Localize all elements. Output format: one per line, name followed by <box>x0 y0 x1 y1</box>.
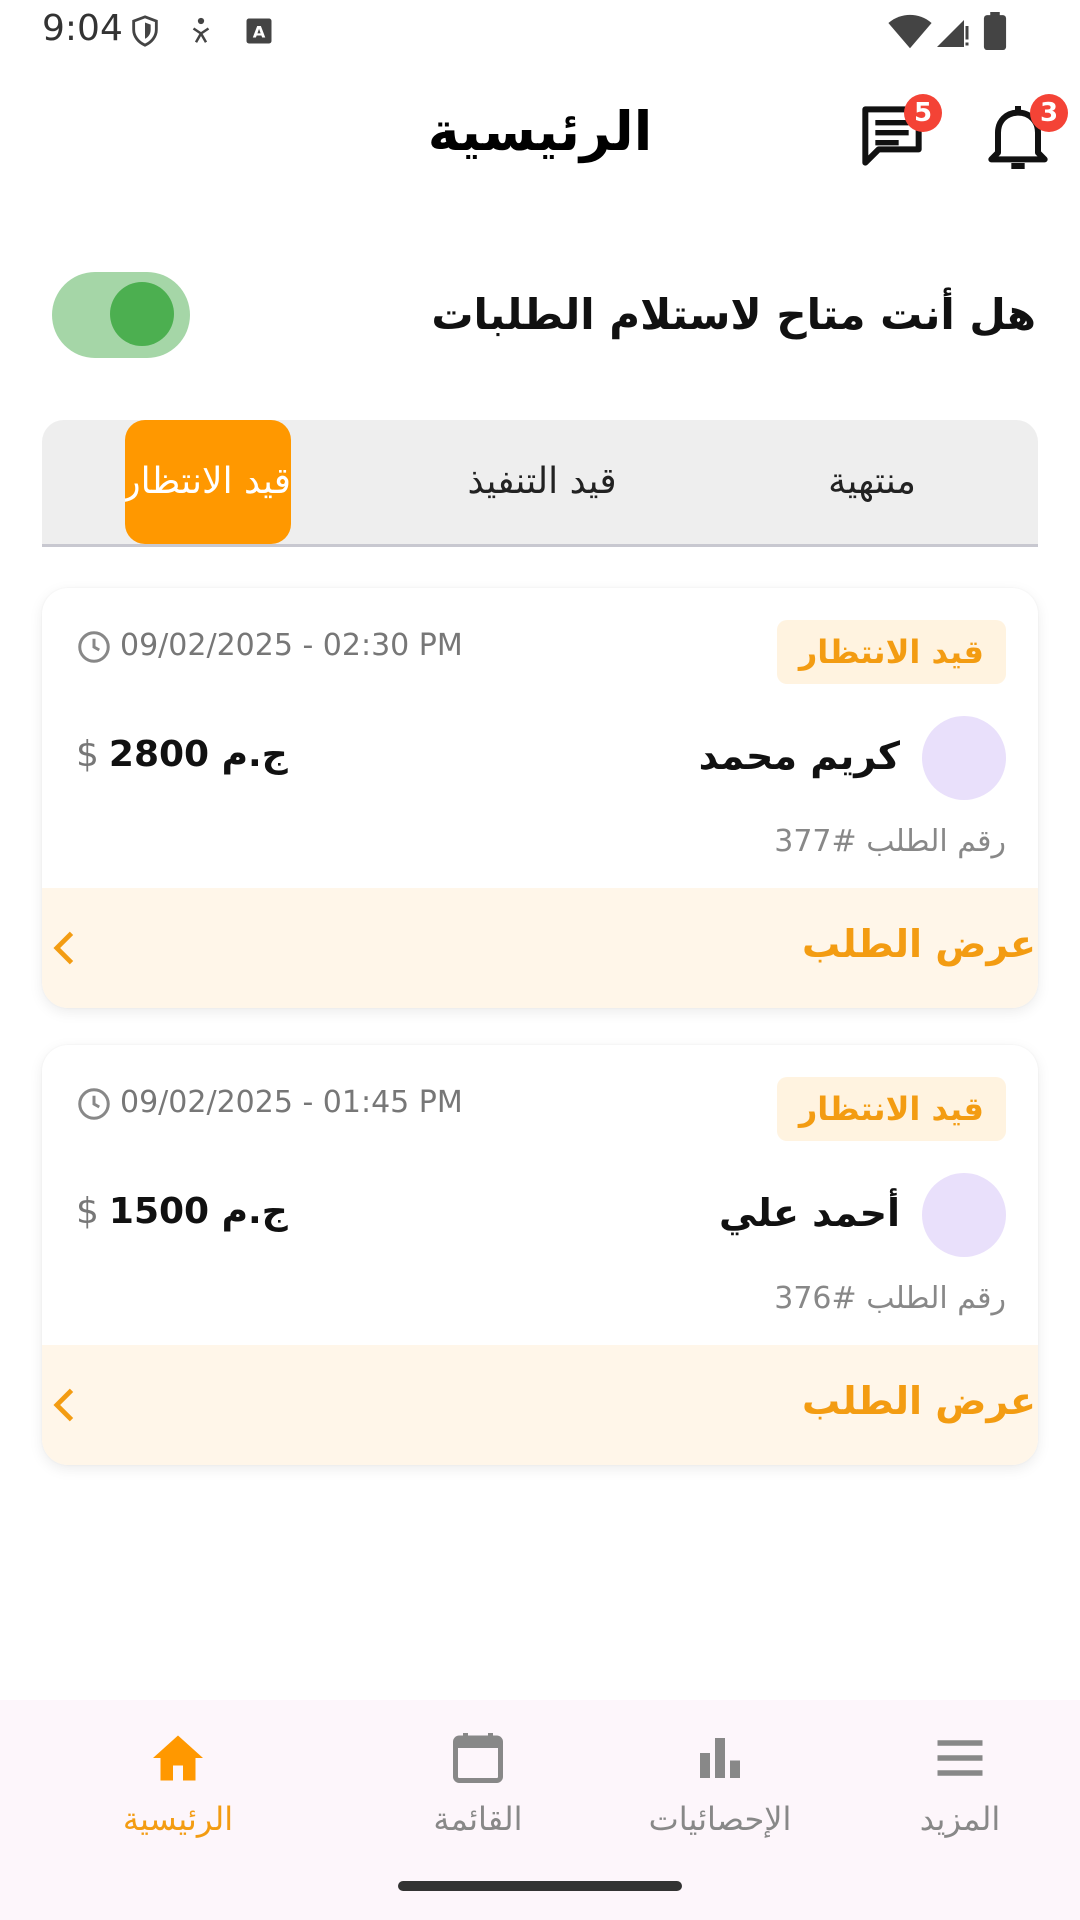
notifications-button[interactable]: 3 <box>978 94 1068 176</box>
customer-name: كريم محمد <box>698 734 900 778</box>
battery-icon <box>983 12 1007 50</box>
order-number: رقم الطلب #377 <box>774 824 1006 859</box>
toggle-knob <box>110 282 174 346</box>
order-card: قيد الانتظار 09/02/2025 - 01:45 PM أحمد … <box>42 1045 1038 1465</box>
order-price: $2800 ج.م <box>76 734 288 775</box>
tab-finished[interactable]: منتهية <box>772 420 972 544</box>
nav-list-label: القائمة <box>433 1800 523 1838</box>
datetime-text: 09/02/2025 - 01:45 PM <box>120 1085 463 1120</box>
order-status-tabs: منتهية قيد التنفيذ قيد الانتظار <box>42 420 1038 547</box>
order-datetime: 09/02/2025 - 02:30 PM <box>76 628 463 665</box>
avatar <box>922 1173 1006 1257</box>
nav-list[interactable]: القائمة <box>378 1728 578 1838</box>
order-card: قيد الانتظار 09/02/2025 - 02:30 PM كريم … <box>42 588 1038 1008</box>
keyboard-a-icon: A <box>246 18 272 44</box>
status-badge: قيد الانتظار <box>776 620 1006 684</box>
view-order-button[interactable]: عرض الطلب <box>42 1345 1038 1465</box>
clock-icon <box>78 1087 110 1120</box>
clock-icon <box>78 630 110 663</box>
wifi-icon <box>888 14 932 49</box>
order-datetime: 09/02/2025 - 01:45 PM <box>76 1085 463 1122</box>
price-text: 2800 ج.م <box>108 734 288 775</box>
home-icon <box>153 1735 203 1781</box>
tab-in-progress[interactable]: قيد التنفيذ <box>422 420 662 544</box>
view-order-button[interactable]: عرض الطلب <box>42 888 1038 1008</box>
messages-badge: 5 <box>904 94 942 132</box>
gesture-home-bar[interactable] <box>398 1881 682 1891</box>
order-price: $1500 ج.م <box>76 1191 288 1232</box>
avatar <box>922 716 1006 800</box>
calendar-icon <box>453 1733 503 1783</box>
customer-name: أحمد علي <box>719 1191 900 1235</box>
datetime-text: 09/02/2025 - 02:30 PM <box>120 628 463 663</box>
view-order-label: عرض الطلب <box>802 922 1036 966</box>
nav-stats-label: الإحصائيات <box>648 1800 792 1838</box>
chevron-left-icon <box>53 1388 74 1422</box>
status-time: 9:04 <box>42 8 123 49</box>
bar-chart-icon <box>700 1738 740 1778</box>
availability-label: هل أنت متاح لاستلام الطلبات <box>431 290 1036 339</box>
status-badge: قيد الانتظار <box>776 1077 1006 1141</box>
nav-home-label: الرئيسية <box>122 1800 234 1838</box>
nav-stats[interactable]: الإحصائيات <box>620 1728 820 1838</box>
signal-icon <box>937 20 969 47</box>
shield-icon <box>132 15 158 47</box>
menu-icon <box>937 1740 983 1776</box>
svg-text:A: A <box>253 22 266 41</box>
chevron-left-icon <box>53 931 74 965</box>
nav-home[interactable]: الرئيسية <box>78 1728 278 1838</box>
tab-pending[interactable]: قيد الانتظار <box>125 420 291 544</box>
currency-icon: $ <box>76 734 99 775</box>
nav-more[interactable]: المزيد <box>860 1728 1060 1838</box>
notifications-badge: 3 <box>1030 94 1068 132</box>
order-number: رقم الطلب #376 <box>774 1281 1006 1316</box>
currency-icon: $ <box>76 1191 99 1232</box>
price-text: 1500 ج.م <box>108 1191 288 1232</box>
messages-button[interactable]: 5 <box>852 94 942 176</box>
availability-toggle[interactable] <box>52 272 190 358</box>
accessibility-icon <box>192 17 210 43</box>
nav-more-label: المزيد <box>919 1800 1001 1838</box>
view-order-label: عرض الطلب <box>802 1379 1036 1423</box>
